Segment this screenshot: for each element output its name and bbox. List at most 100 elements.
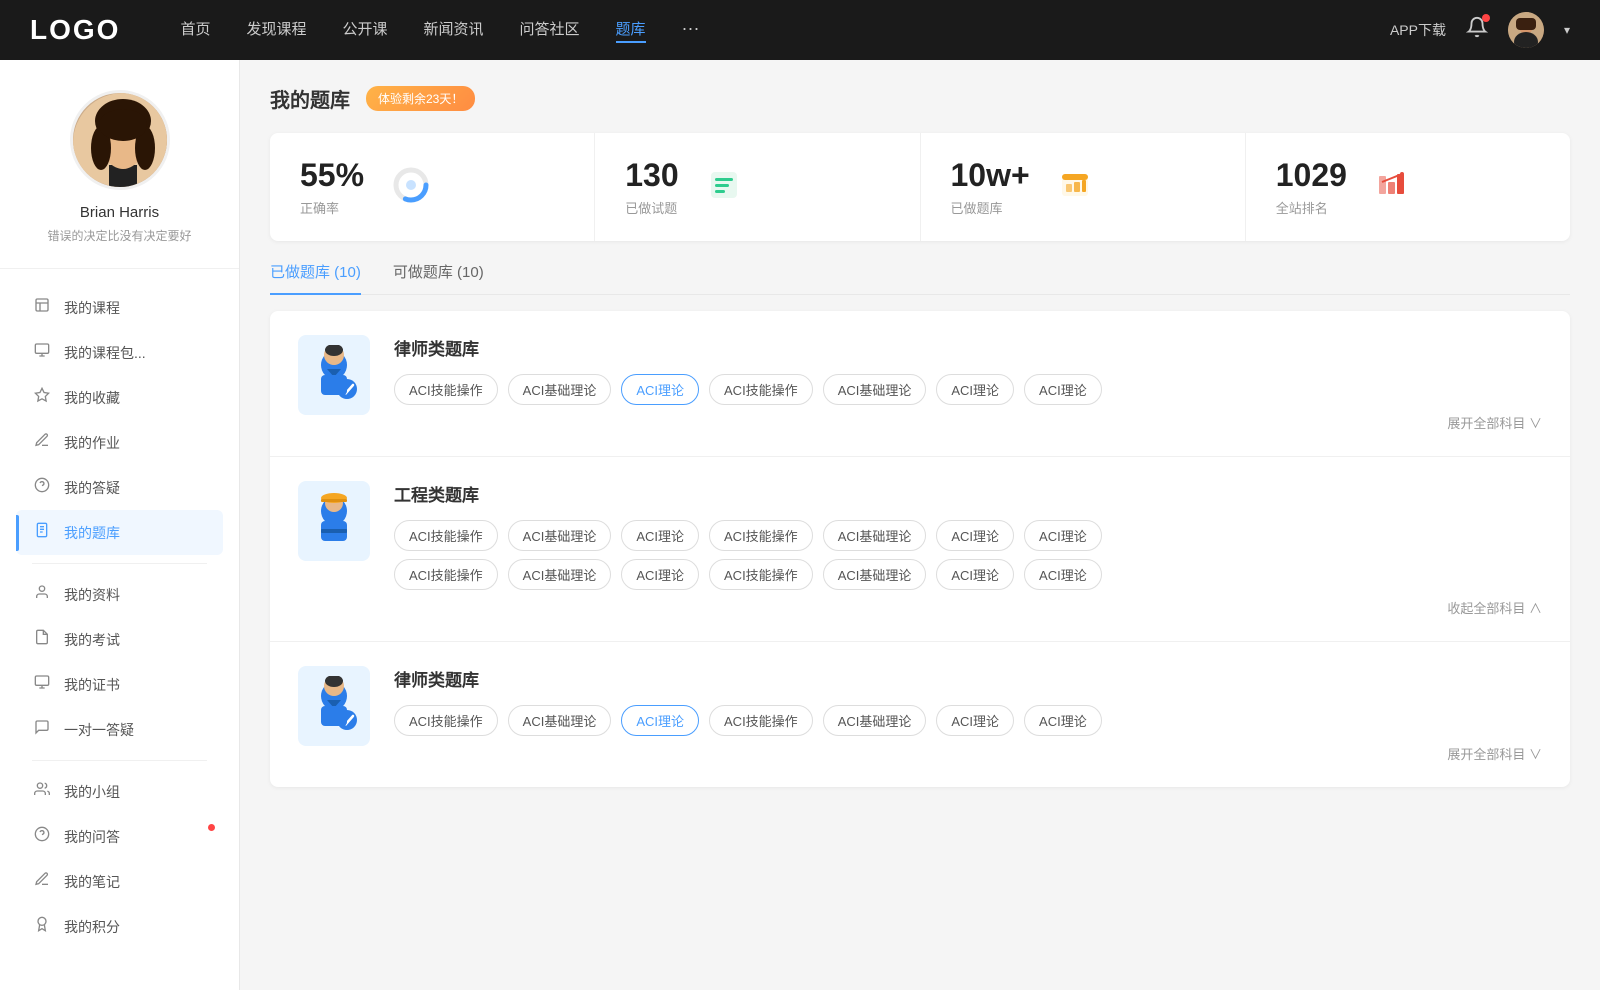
tag-lawyer-1-6[interactable]: ACI理论 [1024,374,1102,405]
stat-global-rank-content: 1029 全站排名 [1276,157,1347,217]
stat-global-rank: 1029 全站排名 [1246,133,1570,241]
nav-link-courses[interactable]: 发现课程 [246,18,306,43]
tag-lawyer-1-0[interactable]: ACI技能操作 [394,374,498,405]
tag-eng-1-3[interactable]: ACI技能操作 [709,520,813,551]
tag-lawyer-1-1[interactable]: ACI基础理论 [508,374,612,405]
expand-btn-lawyer-2[interactable]: 展开全部科目 ∨ [394,744,1542,763]
tag-lawyer-2-1[interactable]: ACI基础理论 [508,705,612,736]
tag-lawyer-1-5[interactable]: ACI理论 [936,374,1014,405]
subject-name-lawyer-1: 律师类题库 [394,335,1542,360]
sidebar-item-my-notes[interactable]: 我的笔记 [16,859,223,904]
nav-link-news[interactable]: 新闻资讯 [424,18,484,43]
sidebar-menu: 我的课程 我的课程包... 我的收藏 [0,285,239,949]
tag-eng-2-1[interactable]: ACI基础理论 [508,559,612,590]
tab-done-banks[interactable]: 已做题库 (10) [270,261,361,294]
global-rank-icon [1375,168,1409,207]
sidebar-item-my-exam[interactable]: 我的考试 [16,617,223,662]
layout: Brian Harris 错误的决定比没有决定要好 我的课程 [0,60,1600,990]
quiz-icon [32,522,52,543]
stat-accuracy: 55% 正确率 [270,133,595,241]
sidebar-item-wrapper-cert: 我的证书 [16,662,223,707]
tag-lawyer-1-2[interactable]: ACI理论 [621,374,699,405]
collapse-btn-engineer[interactable]: 收起全部科目 ∧ [394,598,1542,617]
favorites-icon [32,387,52,408]
tag-lawyer-1-4[interactable]: ACI基础理论 [823,374,927,405]
tag-eng-1-2[interactable]: ACI理论 [621,520,699,551]
sidebar-item-my-qa[interactable]: 我的答疑 [16,465,223,510]
tag-lawyer-2-0[interactable]: ACI技能操作 [394,705,498,736]
nav-more[interactable]: ··· [682,18,700,43]
stat-done-banks: 10w+ 已做题库 [921,133,1246,241]
subject-icon-lawyer-1 [298,335,370,415]
sidebar-item-my-cert[interactable]: 我的证书 [16,662,223,707]
subject-content-lawyer-1: 律师类题库 ACI技能操作 ACI基础理论 ACI理论 ACI技能操作 ACI基… [394,335,1542,432]
sidebar-item-favorites[interactable]: 我的收藏 [16,375,223,420]
tag-lawyer-1-3[interactable]: ACI技能操作 [709,374,813,405]
sidebar-item-my-courses[interactable]: 我的课程 [16,285,223,330]
tag-eng-1-1[interactable]: ACI基础理论 [508,520,612,551]
tag-eng-2-6[interactable]: ACI理论 [1024,559,1102,590]
subject-card-engineer: 工程类题库 ACI技能操作 ACI基础理论 ACI理论 ACI技能操作 ACI基… [270,457,1570,642]
nav-link-open[interactable]: 公开课 [342,18,387,43]
done-questions-icon [707,168,741,207]
tag-eng-2-2[interactable]: ACI理论 [621,559,699,590]
tag-lawyer-2-3[interactable]: ACI技能操作 [709,705,813,736]
nav-link-quiz[interactable]: 题库 [616,18,646,43]
accuracy-chart-icon [392,166,430,209]
stat-done-banks-value: 10w+ [951,157,1030,194]
sidebar-item-wrapper-my-question: 我的问答 [16,814,223,859]
tag-eng-1-0[interactable]: ACI技能操作 [394,520,498,551]
tab-available-banks[interactable]: 可做题库 (10) [393,261,484,294]
profile-avatar [70,90,170,190]
nav-link-home[interactable]: 首页 [180,18,210,43]
tag-lawyer-2-6[interactable]: ACI理论 [1024,705,1102,736]
tag-eng-2-0[interactable]: ACI技能操作 [394,559,498,590]
stat-done-banks-label: 已做题库 [951,198,1030,217]
avatar-chevron[interactable]: ▾ [1564,23,1570,37]
tag-eng-1-4[interactable]: ACI基础理论 [823,520,927,551]
tag-lawyer-2-2[interactable]: ACI理论 [621,705,699,736]
profile-name: Brian Harris [80,204,159,221]
tag-lawyer-2-5[interactable]: ACI理论 [936,705,1014,736]
sidebar-item-one-on-one[interactable]: 一对一答疑 [16,707,223,752]
tabs-row: 已做题库 (10) 可做题库 (10) [270,261,1570,295]
sidebar-item-my-profile[interactable]: 我的资料 [16,572,223,617]
group-icon [32,781,52,802]
avatar[interactable] [1508,12,1544,48]
sidebar-item-course-package[interactable]: 我的课程包... [16,330,223,375]
page-title: 我的题库 [270,84,350,113]
tag-eng-1-6[interactable]: ACI理论 [1024,520,1102,551]
points-icon [32,916,52,937]
tags-row-engineer-1: ACI技能操作 ACI基础理论 ACI理论 ACI技能操作 ACI基础理论 AC… [394,520,1542,551]
tags-row-lawyer-1: ACI技能操作 ACI基础理论 ACI理论 ACI技能操作 ACI基础理论 AC… [394,374,1542,405]
sidebar-item-my-quiz[interactable]: 我的题库 [16,510,223,555]
sidebar-item-homework[interactable]: 我的作业 [16,420,223,465]
sidebar-item-wrapper-qa: 我的答疑 [16,465,223,510]
stat-global-rank-value: 1029 [1276,157,1347,194]
subject-name-engineer: 工程类题库 [394,481,1542,506]
notification-bell[interactable] [1466,16,1488,44]
stat-accuracy-label: 正确率 [300,198,364,217]
profile-icon [32,584,52,605]
sidebar-item-my-points[interactable]: 我的积分 [16,904,223,949]
main-content: 我的题库 体验剩余23天！ 55% 正确率 [240,60,1600,990]
tag-eng-2-3[interactable]: ACI技能操作 [709,559,813,590]
sidebar-item-my-question[interactable]: 我的问答 [16,814,223,859]
logo: LOGO [30,14,120,46]
tag-eng-2-5[interactable]: ACI理论 [936,559,1014,590]
tags-row-lawyer-2: ACI技能操作 ACI基础理论 ACI理论 ACI技能操作 ACI基础理论 AC… [394,705,1542,736]
tag-eng-1-5[interactable]: ACI理论 [936,520,1014,551]
nav-link-qa[interactable]: 问答社区 [520,18,580,43]
notification-dot [1482,14,1490,22]
expand-btn-lawyer-1[interactable]: 展开全部科目 ∨ [394,413,1542,432]
notes-icon [32,871,52,892]
stat-done-questions-label: 已做试题 [625,198,678,217]
tag-eng-2-4[interactable]: ACI基础理论 [823,559,927,590]
app-download-button[interactable]: APP下载 [1390,20,1446,40]
tag-lawyer-2-4[interactable]: ACI基础理论 [823,705,927,736]
homework-icon [32,432,52,453]
stats-row: 55% 正确率 130 已做试题 [270,133,1570,241]
sidebar-item-my-group[interactable]: 我的小组 [16,769,223,814]
sidebar-divider-2 [32,760,207,761]
stat-global-rank-label: 全站排名 [1276,198,1347,217]
